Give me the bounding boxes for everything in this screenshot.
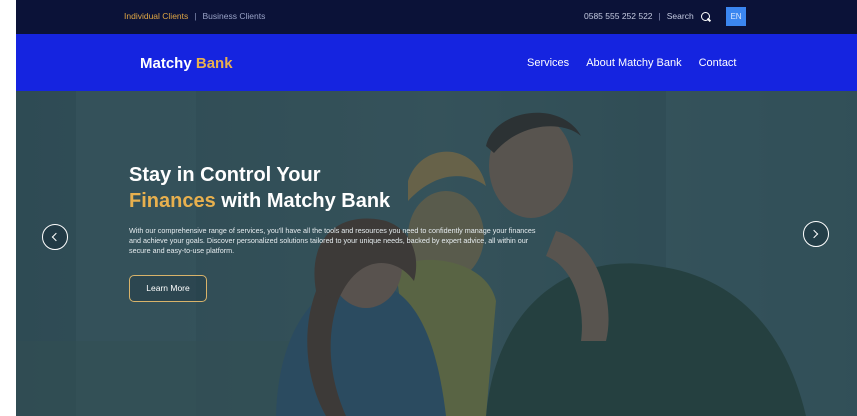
topbar-utilities: 0585 555 252 522 | Search [584,11,712,21]
headline-accent: Finances [129,190,216,212]
headline-line-1: Stay in Control Your [129,164,321,186]
business-clients-link[interactable]: Business Clients [202,11,265,21]
top-utility-bar: Individual Clients | Business Clients 0585… [16,0,857,34]
topbar-separator-2: | [658,11,661,21]
nav-link-about[interactable]: About Matchy Bank [586,57,681,69]
phone-number[interactable]: 0585 555 252 522 [584,11,653,21]
topbar-separator: | [194,11,197,21]
language-selector[interactable]: EN [726,7,746,26]
logo-main-text: Matchy [140,55,192,72]
client-type-switcher: Individual Clients | Business Clients [124,11,265,21]
hero-headline: Stay in Control Your Finances with Match… [129,162,390,214]
individual-clients-link[interactable]: Individual Clients [124,11,188,21]
logo[interactable]: Matchy Bank [140,55,233,72]
learn-more-button[interactable]: Learn More [129,275,207,302]
main-navbar: Matchy Bank Services About Matchy Bank C… [16,34,857,91]
hero-slider: Stay in Control Your Finances with Match… [16,91,857,416]
chevron-right-icon [809,229,819,239]
headline-rest: with Matchy Bank [221,190,391,212]
headline-line-2: Finances with Matchy Bank [129,188,390,214]
logo-accent-text: Bank [195,55,233,72]
nav-link-services[interactable]: Services [527,57,569,69]
search-label[interactable]: Search [667,11,694,21]
nav-links: Services About Matchy Bank Contact [527,57,737,69]
nav-link-contact[interactable]: Contact [699,57,737,69]
slider-prev-button[interactable] [42,224,68,250]
chevron-left-icon [51,232,61,242]
slider-next-button[interactable] [803,221,829,247]
page: Individual Clients | Business Clients 0585… [0,0,857,416]
search-icon[interactable] [700,11,710,21]
hero-description: With our comprehensive range of services… [129,226,536,256]
